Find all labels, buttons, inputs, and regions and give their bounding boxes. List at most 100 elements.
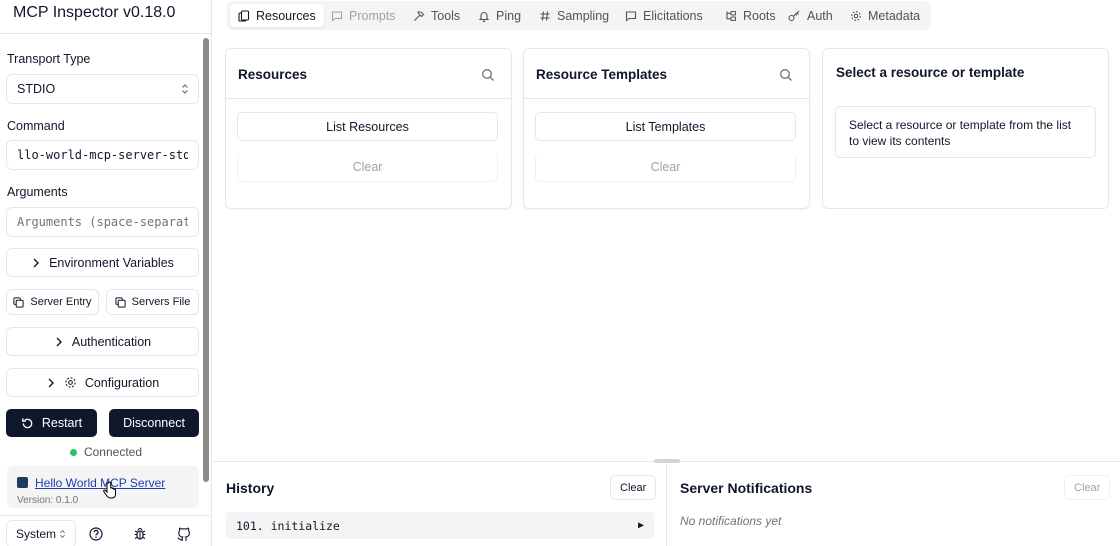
transport-type-value: STDIO — [17, 82, 56, 96]
command-label: Command — [7, 119, 65, 133]
tab-bar: Resources Prompts Tools Ping Sampling El… — [227, 1, 931, 30]
servers-file-label: Servers File — [131, 296, 191, 308]
server-version: Version: 0.1.0 — [17, 495, 79, 506]
tab-label: Tools — [431, 8, 461, 23]
message-square-icon — [625, 10, 637, 22]
tab-auth[interactable]: Auth — [780, 4, 841, 27]
settings-icon — [851, 10, 861, 21]
search-icon[interactable] — [481, 68, 495, 82]
clear-resources-button[interactable]: Clear — [237, 153, 498, 182]
theme-value: System — [16, 527, 57, 541]
disconnect-button[interactable]: Disconnect — [109, 409, 199, 437]
app-title: MCP Inspector v0.18.0 — [13, 4, 176, 21]
chevron-right-icon — [48, 378, 54, 387]
connection-status: Connected — [0, 445, 211, 459]
resource-detail-card: Select a resource or template Select a r… — [822, 48, 1109, 209]
tab-label: Auth — [807, 8, 833, 23]
status-dot — [69, 448, 77, 456]
tab-ping[interactable]: Ping — [470, 4, 529, 27]
settings-icon — [65, 377, 76, 388]
environment-variables-toggle[interactable]: Environment Variables — [6, 248, 199, 277]
card-header: Resource Templates — [524, 49, 809, 99]
tab-sampling[interactable]: Sampling — [531, 4, 617, 27]
server-entry-label: Server Entry — [30, 296, 92, 308]
expand-icon[interactable]: ▶ — [638, 520, 644, 531]
search-icon[interactable] — [779, 68, 793, 82]
tab-label: Resources — [256, 8, 316, 23]
card-header: Resources — [226, 49, 511, 99]
clear-history-button[interactable]: Clear — [610, 475, 657, 500]
chevrons-up-down-icon — [182, 84, 188, 94]
copy-icon — [13, 296, 25, 308]
message-square-icon — [331, 10, 343, 22]
tab-metadata[interactable]: Metadata — [842, 4, 928, 27]
environment-variables-label: Environment Variables — [49, 255, 174, 270]
tab-resources[interactable]: Resources — [230, 4, 324, 27]
command-input[interactable]: llo-world-mcp-server-stdio — [6, 140, 199, 170]
resources-card: Resources List Resources Clear — [225, 48, 512, 209]
sidebar: MCP Inspector v0.18.0 Transport Type STD… — [0, 0, 212, 546]
servers-file-button[interactable]: Servers File — [106, 289, 199, 315]
folder-tree-icon — [726, 10, 737, 21]
hammer-icon — [414, 10, 425, 21]
authentication-toggle[interactable]: Authentication — [6, 327, 199, 356]
transport-type-select[interactable]: STDIO — [6, 74, 199, 104]
arguments-placeholder: Arguments (space-separated) — [17, 215, 188, 229]
restart-button[interactable]: Restart — [6, 409, 97, 437]
resize-handle[interactable] — [654, 459, 680, 463]
tab-roots[interactable]: Roots — [717, 4, 784, 27]
detail-message: Select a resource or template from the l… — [835, 106, 1096, 158]
list-templates-button[interactable]: List Templates — [535, 112, 796, 141]
server-icon — [17, 477, 28, 488]
github-icon[interactable] — [176, 526, 192, 542]
resources-title: Resources — [238, 67, 308, 82]
tab-label: Sampling — [557, 8, 610, 23]
rotate-ccw-icon — [22, 417, 33, 428]
files-icon — [238, 9, 250, 22]
configuration-label: Configuration — [84, 375, 160, 390]
key-icon — [788, 10, 800, 21]
hand-pointer-cursor — [103, 481, 116, 499]
history-item-label: 101. initialize — [236, 518, 340, 533]
server-entry-button[interactable]: Server Entry — [6, 289, 99, 315]
chevrons-up-down-icon — [60, 529, 65, 539]
clear-templates-button[interactable]: Clear — [535, 153, 796, 182]
tab-elicitations[interactable]: Elicitations — [617, 4, 711, 27]
help-circle-icon[interactable] — [88, 526, 104, 542]
disconnect-label: Disconnect — [123, 416, 185, 430]
tab-prompts[interactable]: Prompts — [323, 4, 404, 27]
arguments-label: Arguments — [7, 185, 68, 199]
tab-label: Roots — [743, 8, 776, 23]
history-title: History — [226, 480, 275, 496]
copy-icon — [115, 296, 126, 308]
detail-title: Select a resource or template — [836, 65, 1025, 80]
templates-card: Resource Templates List Templates Clear — [523, 48, 810, 209]
clear-notifications-button[interactable]: Clear — [1064, 475, 1111, 500]
restart-label: Restart — [41, 416, 83, 430]
empty-notifications: No notifications yet — [680, 514, 782, 528]
tab-label: Prompts — [349, 8, 396, 23]
transport-type-label: Transport Type — [7, 52, 91, 66]
templates-title: Resource Templates — [536, 67, 668, 82]
notifications-title: Server Notifications — [680, 480, 813, 496]
configuration-toggle[interactable]: Configuration — [6, 368, 199, 397]
list-resources-button[interactable]: List Resources — [237, 112, 498, 141]
divider — [0, 515, 211, 516]
theme-select[interactable]: System — [6, 520, 76, 546]
divider — [0, 33, 211, 34]
arguments-input[interactable]: Arguments (space-separated) — [6, 207, 199, 237]
chevron-right-icon — [33, 258, 40, 267]
command-value: llo-world-mcp-server-stdio — [17, 148, 188, 162]
hash-icon — [540, 10, 550, 21]
tab-label: Elicitations — [643, 8, 703, 23]
sidebar-scrollbar[interactable] — [203, 38, 209, 482]
bug-icon[interactable] — [132, 526, 148, 542]
authentication-label: Authentication — [71, 334, 152, 349]
tab-label: Ping — [496, 8, 522, 23]
tab-tools[interactable]: Tools — [405, 4, 468, 27]
divider — [666, 462, 667, 546]
chevron-right-icon — [56, 337, 62, 346]
bell-icon — [478, 11, 490, 22]
history-item[interactable]: 101. initialize ▶ — [226, 512, 654, 539]
server-name-link[interactable]: Hello World MCP Server — [35, 476, 165, 490]
